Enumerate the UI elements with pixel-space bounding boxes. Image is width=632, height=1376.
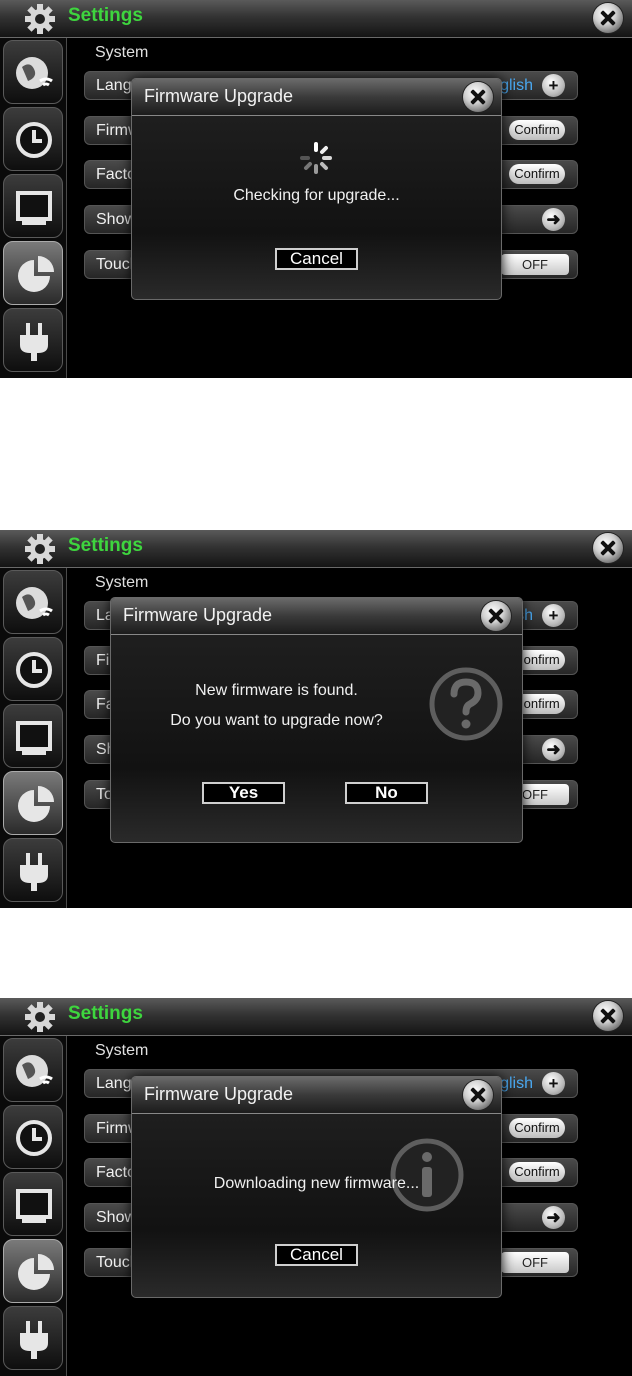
- plus-icon[interactable]: +: [542, 604, 565, 627]
- sidebar-item-system[interactable]: [3, 771, 63, 835]
- app-title: Settings: [68, 1003, 143, 1024]
- cancel-button[interactable]: Cancel: [275, 1244, 358, 1266]
- gear-icon: [25, 1002, 55, 1032]
- cancel-button[interactable]: Cancel: [275, 248, 358, 270]
- app-title: Settings: [68, 5, 143, 26]
- touch-toggle[interactable]: OFF: [501, 254, 569, 275]
- dialog-title-bar: Firmware Upgrade: [132, 1077, 501, 1114]
- display-icon: [16, 1189, 52, 1223]
- section-heading: System: [95, 1042, 149, 1059]
- wifi-globe-icon: [16, 1055, 53, 1087]
- title-bar: Settings: [0, 530, 632, 568]
- dialog-title: Firmware Upgrade: [123, 605, 273, 625]
- sidebar-item-network[interactable]: [3, 570, 63, 634]
- close-settings-button[interactable]: [593, 533, 623, 563]
- firmware-confirm-button[interactable]: Confirm: [509, 120, 565, 140]
- wifi-globe-icon: [16, 57, 53, 89]
- sidebar-item-system[interactable]: [3, 1239, 63, 1303]
- close-settings-button[interactable]: [593, 3, 623, 33]
- dialog-message: Checking for upgrade...: [233, 187, 400, 204]
- power-plug-icon: [20, 1321, 48, 1359]
- firmware-confirm-button[interactable]: Confirm: [509, 1118, 565, 1138]
- pie-chart-icon: [18, 1254, 54, 1290]
- close-settings-button[interactable]: [593, 1001, 623, 1031]
- arrow-right-icon[interactable]: ➜: [542, 738, 565, 761]
- screen-downloading: Settings System Language English + Firmw…: [0, 998, 632, 1376]
- clock-icon: [16, 1120, 52, 1156]
- screen-checking: Settings System Language English + Firmw…: [0, 0, 632, 378]
- app-title: Settings: [68, 535, 143, 556]
- clock-icon: [16, 652, 52, 688]
- section-heading: System: [95, 574, 149, 591]
- pie-chart-icon: [18, 786, 54, 822]
- dialog-close-button[interactable]: [481, 601, 511, 631]
- sidebar-item-network[interactable]: [3, 40, 63, 104]
- sidebar-item-time[interactable]: [3, 107, 63, 171]
- sidebar-item-display[interactable]: [3, 1172, 63, 1236]
- display-icon: [16, 191, 52, 225]
- arrow-right-icon[interactable]: ➜: [542, 208, 565, 231]
- section-heading: System: [95, 44, 149, 61]
- power-plug-icon: [20, 853, 48, 891]
- dialog-title-bar: Firmware Upgrade: [132, 79, 501, 116]
- sidebar-item-power[interactable]: [3, 308, 63, 372]
- loading-spinner-icon: [300, 142, 332, 174]
- factory-confirm-button[interactable]: Confirm: [509, 164, 565, 184]
- dialog-close-button[interactable]: [463, 82, 493, 112]
- sidebar-item-display[interactable]: [3, 704, 63, 768]
- title-bar: Settings: [0, 0, 632, 38]
- sidebar: [0, 568, 67, 908]
- pie-chart-icon: [18, 256, 54, 292]
- firmware-found-dialog: Firmware Upgrade New firmware is found. …: [110, 597, 523, 843]
- power-plug-icon: [20, 323, 48, 361]
- dialog-close-button[interactable]: [463, 1080, 493, 1110]
- sidebar: [0, 38, 67, 378]
- sidebar: [0, 1036, 67, 1376]
- display-icon: [16, 721, 52, 755]
- wifi-globe-icon: [16, 587, 53, 619]
- gear-icon: [25, 534, 55, 564]
- sidebar-item-system[interactable]: [3, 241, 63, 305]
- sidebar-item-time[interactable]: [3, 637, 63, 701]
- plus-icon[interactable]: +: [542, 74, 565, 97]
- clock-icon: [16, 122, 52, 158]
- title-bar: Settings: [0, 998, 632, 1036]
- gear-icon: [25, 4, 55, 34]
- dialog-message: Downloading new firmware...: [213, 1175, 420, 1192]
- touch-toggle[interactable]: OFF: [501, 1252, 569, 1273]
- arrow-right-icon[interactable]: ➜: [542, 1206, 565, 1229]
- sidebar-item-power[interactable]: [3, 1306, 63, 1370]
- sidebar-item-time[interactable]: [3, 1105, 63, 1169]
- dialog-title: Firmware Upgrade: [144, 1084, 294, 1104]
- yes-button[interactable]: Yes: [202, 782, 285, 804]
- factory-confirm-button[interactable]: Confirm: [509, 1162, 565, 1182]
- question-icon: [429, 667, 503, 741]
- firmware-downloading-dialog: Firmware Upgrade Downloading new firmwar…: [131, 1076, 502, 1298]
- sidebar-item-network[interactable]: [3, 1038, 63, 1102]
- dialog-title-bar: Firmware Upgrade: [111, 598, 522, 635]
- no-button[interactable]: No: [345, 782, 428, 804]
- firmware-checking-dialog: Firmware Upgrade Checking for upgrade...…: [131, 78, 502, 300]
- dialog-title: Firmware Upgrade: [144, 86, 294, 106]
- sidebar-item-power[interactable]: [3, 838, 63, 902]
- sidebar-item-display[interactable]: [3, 174, 63, 238]
- plus-icon[interactable]: +: [542, 1072, 565, 1095]
- screen-firmware-found: Settings System Language English + Firmw…: [0, 530, 632, 908]
